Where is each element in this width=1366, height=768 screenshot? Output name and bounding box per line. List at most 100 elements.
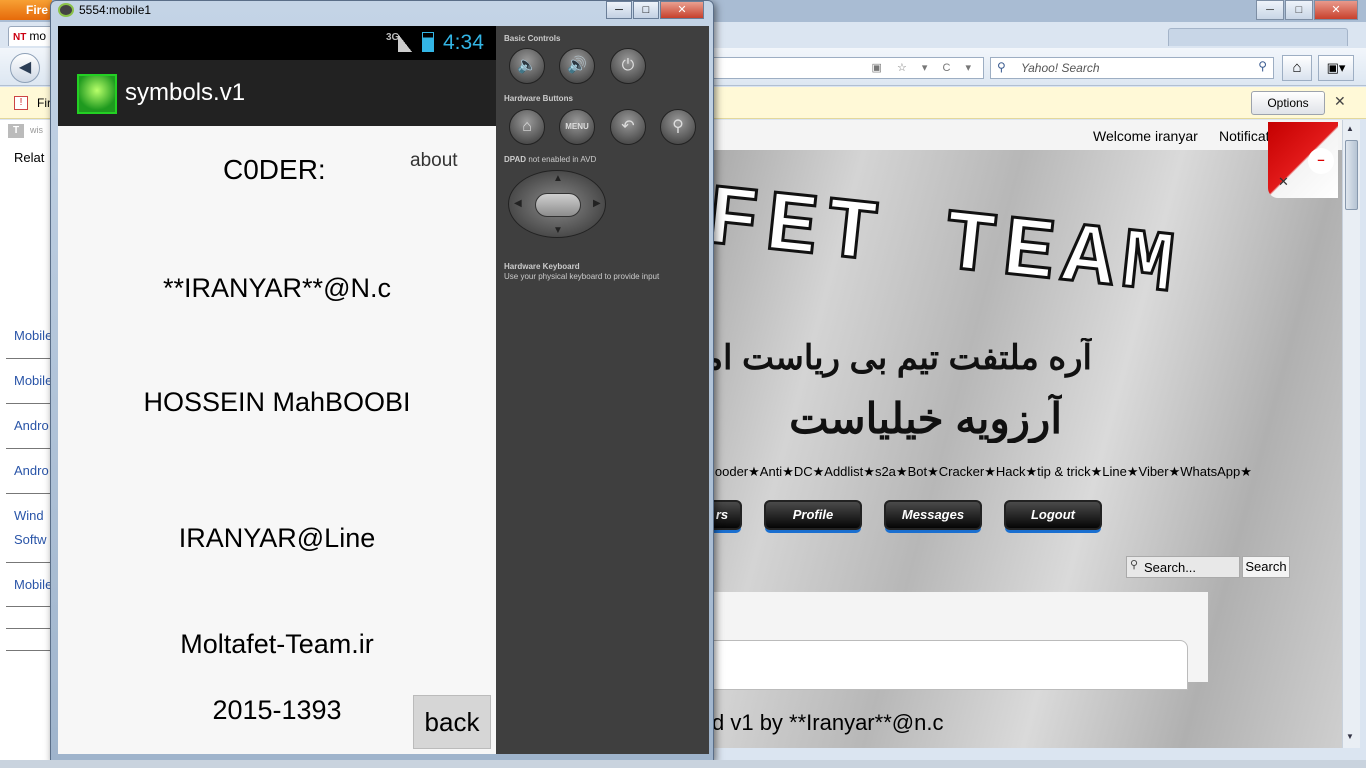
scrollbar-thumb[interactable] [1345,140,1358,210]
home-icon[interactable]: ⌂ [1282,55,1312,81]
emulator-close-button[interactable]: ✕ [660,1,704,19]
page-curl-ad[interactable]: – ✕ [1268,122,1338,198]
hardware-buttons-label: Hardware Buttons [504,94,573,103]
keyboard-info: Hardware Keyboard Use your physical keyb… [504,262,660,281]
site-search-input[interactable]: ⚲ Search... [1126,556,1240,578]
emulator-minimize-button[interactable]: ─ [606,1,632,19]
divider [6,493,52,494]
volume-up-icon[interactable]: 🔊 [559,48,595,84]
home-icon[interactable]: ⌂ [509,109,545,145]
left-pane: T wis Relat Mobile Mobile Andro Andro Wi… [0,120,56,760]
divider [6,403,52,404]
site-search-button[interactable]: Search [1242,556,1290,578]
scroll-up-icon[interactable]: ▲ [1346,124,1354,133]
emulator-control-panel: Basic Controls 🔈 🔊 ⏻ Hardware Buttons ⌂ … [496,26,709,754]
url-bar-icons[interactable]: ▣ ☆ ▾ C ▾ [872,61,977,74]
content-panel [712,592,1208,690]
persian-slogan-line-1: آره ملتفت تیم بی ریاست اما [712,339,1092,377]
content-inner-box [712,640,1188,690]
taskbar [0,760,1366,768]
device-screen: 3G 4:34 symbols.v1 C0DER: about **IRANYA… [58,26,496,754]
divider [6,628,52,629]
divider [6,562,52,563]
bookmarks-icon[interactable]: ▣▾ [1318,55,1354,81]
divider [6,650,52,651]
android-icon [58,3,74,17]
related-link[interactable]: Mobile [14,577,54,592]
nav-button-members[interactable]: rs [712,500,742,530]
notifications-link[interactable]: Notificati [1219,128,1273,144]
tab-favicon-icon: NT [13,32,27,43]
android-status-bar: 3G 4:34 [58,26,496,60]
related-link[interactable]: Softw [14,532,54,547]
related-link[interactable]: Wind [14,508,54,523]
dpad-center-button[interactable] [535,193,581,217]
dpad-label: DPAD not enabled in AVD [504,155,597,164]
signal-icon [398,34,412,52]
divider [6,358,52,359]
battery-icon [422,32,434,52]
menu-button[interactable]: MENU [559,109,595,145]
site-logo-text: wis [30,125,43,135]
related-link[interactable]: Andro [14,463,54,478]
emulator-window: 5554:mobile1 ─ □ ✕ 3G 4:34 symbols.v1 C0… [50,0,714,762]
url-bar[interactable]: ▣ ☆ ▾ C ▾ [712,57,984,79]
close-icon[interactable]: ✕ [1334,93,1346,110]
site-topbar: Welcome iranyar Notificati [712,120,1342,150]
related-link[interactable]: Mobile [14,373,54,388]
back-button[interactable]: back [413,695,491,749]
dpad-right-icon[interactable]: ▶ [593,198,601,209]
search-engine-icon[interactable]: ⚲ [997,60,1006,74]
browser-tab-2[interactable] [1168,28,1348,46]
coder-label: C0DER: [223,154,326,185]
search-icon: ⚲ [1130,559,1139,571]
search-go-icon[interactable]: ⚲ [1258,59,1267,73]
page-scrollbar[interactable]: ▲ ▼ [1342,120,1360,748]
divider [6,606,52,607]
close-button[interactable]: ✕ [1314,0,1358,20]
notification-text: Fir [37,96,51,110]
app-title: symbols.v1 [125,79,246,106]
power-icon[interactable]: ⏻ [610,48,646,84]
volume-down-icon[interactable]: 🔈 [509,48,545,84]
close-icon[interactable]: ✕ [1278,174,1289,190]
credit-line: HOSSEIN MahBOOBI [143,387,411,417]
action-bar: symbols.v1 [58,60,496,126]
dpad-down-icon[interactable]: ▼ [553,225,563,236]
ad-icon: – [1308,148,1334,174]
tag-list: looder★Anti★DC★Addlist★s2a★Bot★Cracker★H… [712,464,1252,479]
nav-button-messages[interactable]: Messages [884,500,982,530]
site-title: FET TEAM [712,168,1188,318]
dpad-left-icon[interactable]: ◀ [514,198,522,209]
related-link[interactable]: Andro [14,418,54,433]
firefox-menu-button[interactable]: Fire [0,0,52,20]
related-link[interactable]: Mobile [14,328,54,343]
basic-controls-label: Basic Controls [504,34,561,43]
search-icon[interactable]: ⚲ [660,109,696,145]
nav-button-logout[interactable]: Logout [1004,500,1102,530]
nav-button-profile[interactable]: Profile [764,500,862,530]
site-logo-icon: T [8,124,24,138]
minimize-button[interactable]: ─ [1256,0,1284,20]
dpad-up-icon[interactable]: ▲ [553,173,563,184]
dpad-control[interactable]: ▲ ▼ ◀ ▶ [508,170,606,238]
back-icon[interactable]: ◀ [10,53,40,83]
about-button[interactable]: about [410,150,458,172]
related-heading: Relat [14,150,45,165]
app-icon[interactable] [77,74,117,114]
options-button[interactable]: Options [1251,91,1325,115]
credit-line: IRANYAR@Line [178,523,376,553]
scroll-down-icon[interactable]: ▼ [1346,732,1354,741]
emulator-maximize-button[interactable]: □ [633,1,659,19]
welcome-text: Welcome iranyar [1093,128,1198,144]
back-icon[interactable]: ↶ [610,109,646,145]
divider [6,448,52,449]
search-input[interactable]: ⚲ Yahoo! Search ⚲ [990,57,1274,79]
notification-icon: ! [14,96,28,110]
website-content: Welcome iranyar Notificati FET TEAM آره … [712,120,1342,748]
credit-line: **IRANYAR**@N.c [163,273,391,303]
maximize-button[interactable]: □ [1285,0,1313,20]
emulator-title: 5554:mobile1 [79,3,152,17]
credit-line: Moltafet-Team.ir [180,629,374,659]
persian-slogan-line-2: آرزویه خیلیاست [789,395,1062,442]
